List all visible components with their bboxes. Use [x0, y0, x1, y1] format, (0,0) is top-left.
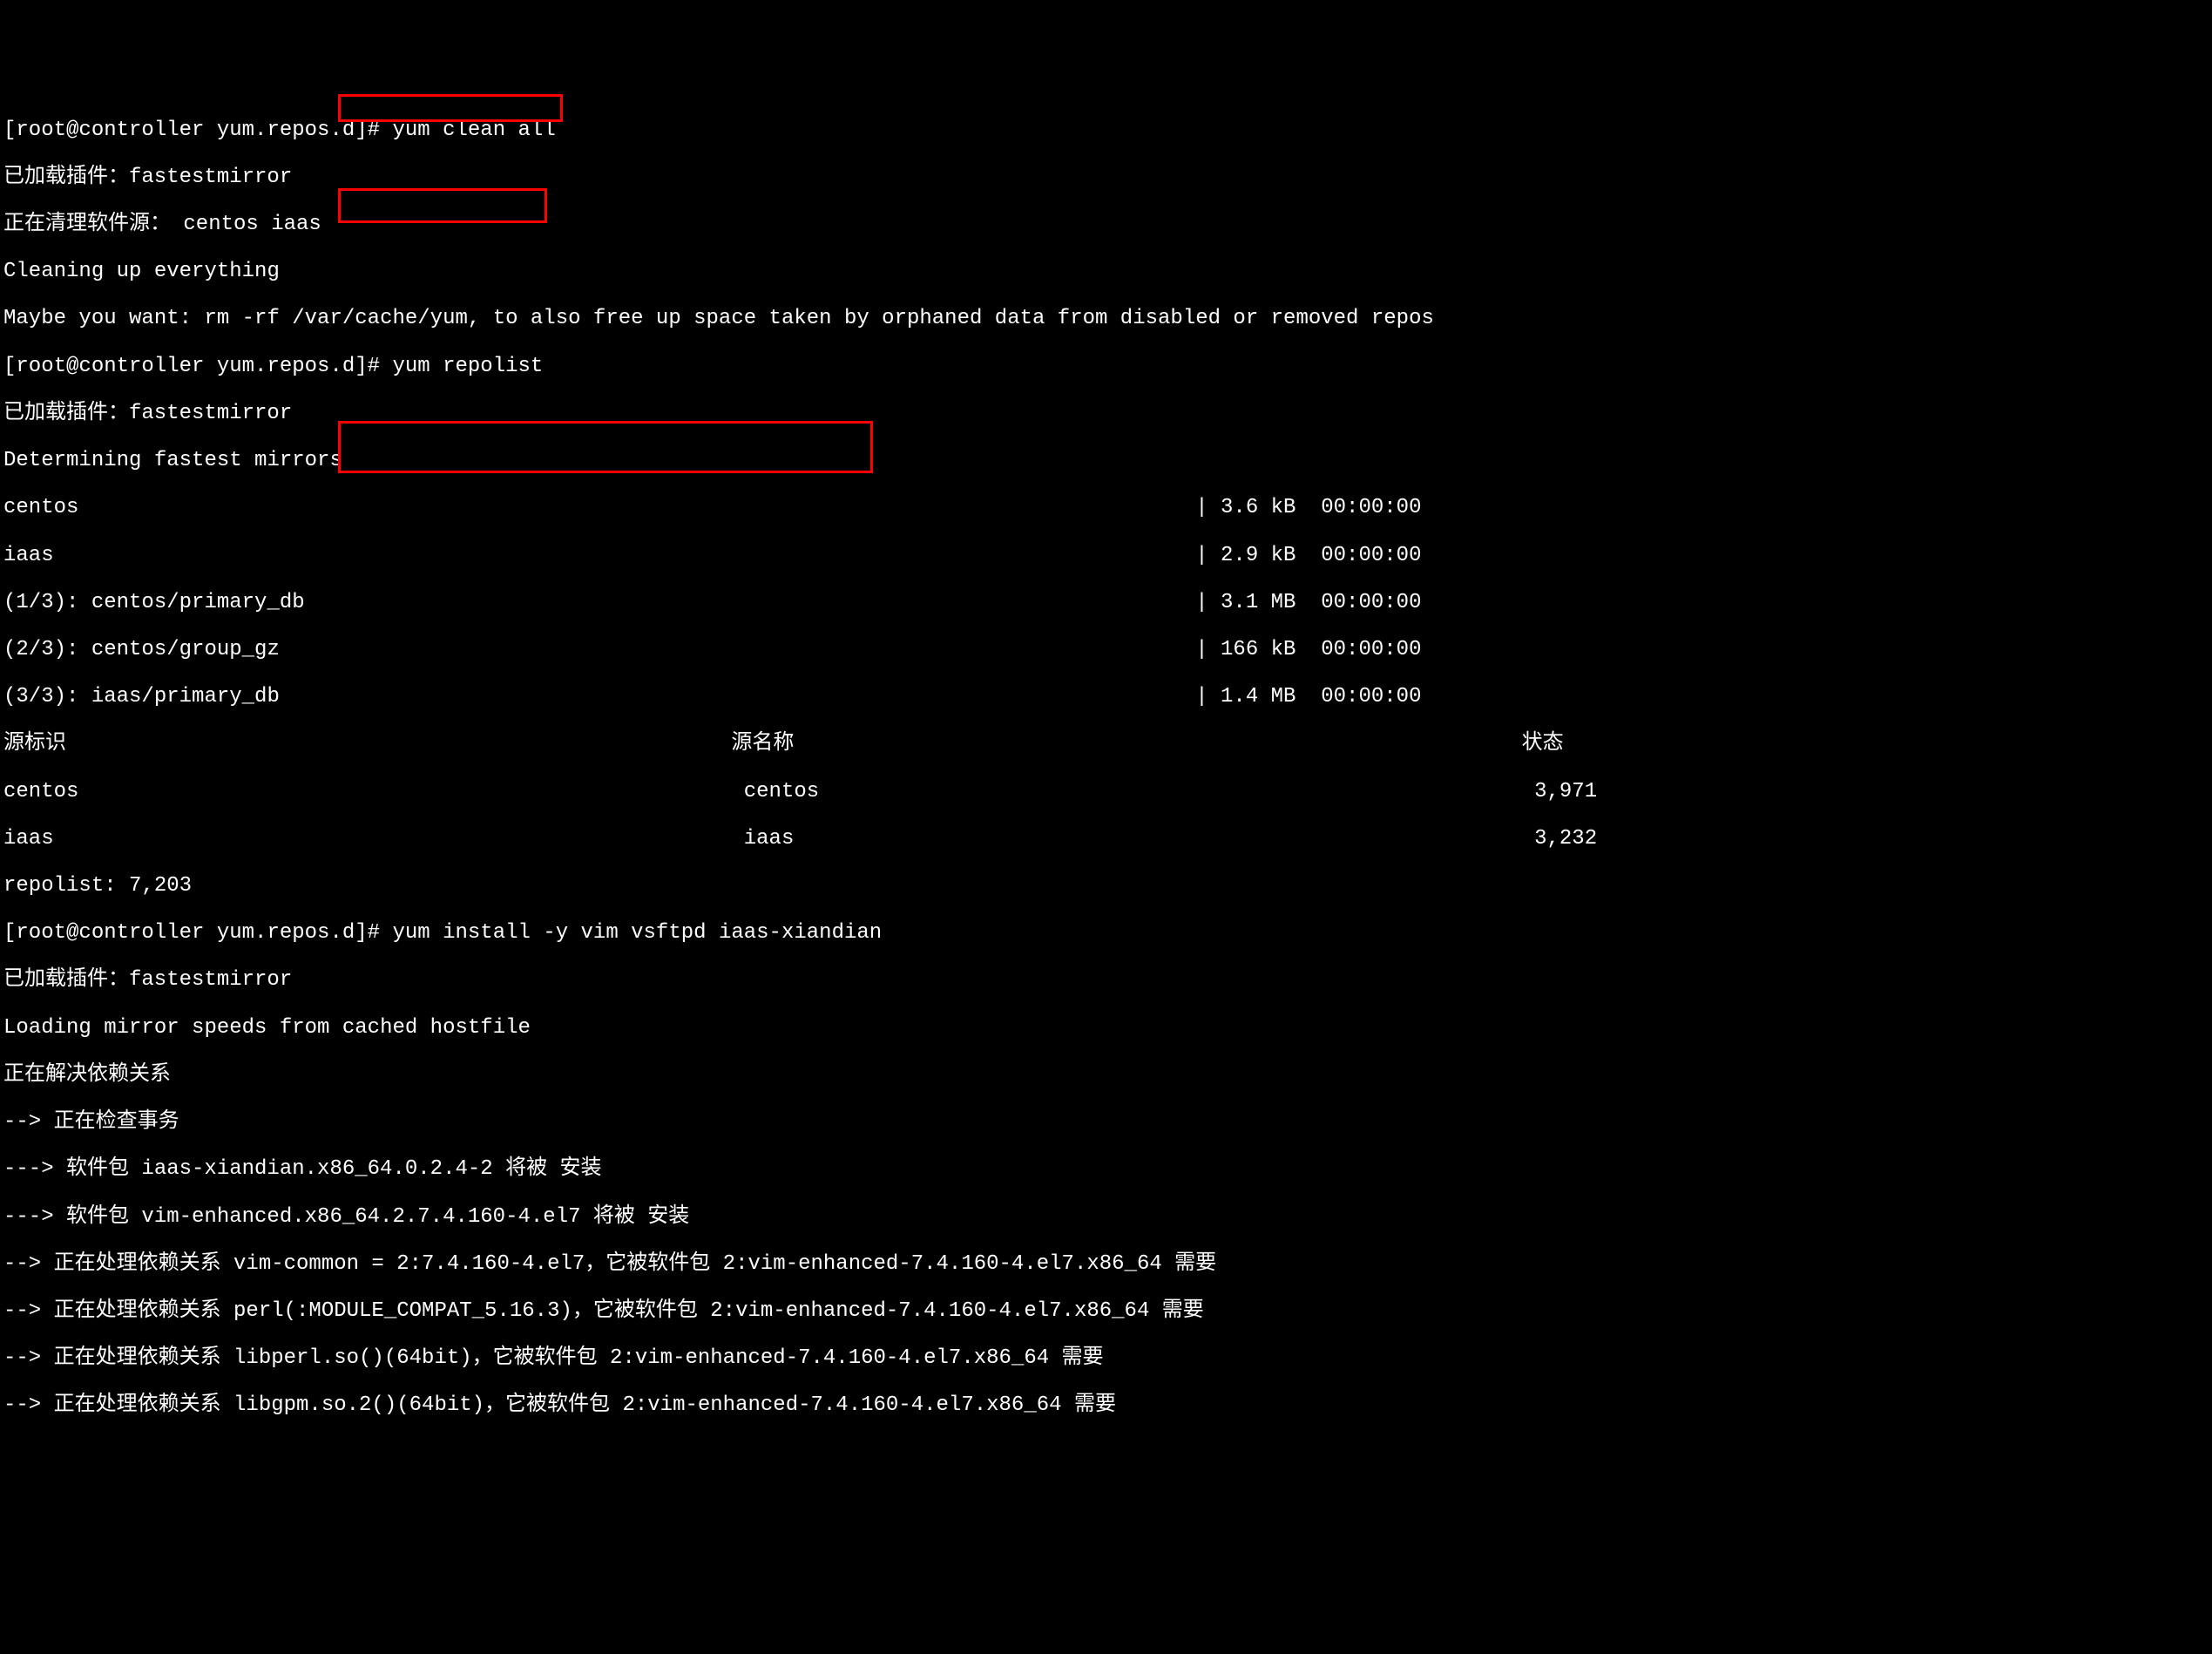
- dependency-line: --> 正在处理依赖关系 libgpm.so.2()(64bit)，它被软件包 …: [3, 1393, 2209, 1417]
- repo-row-iaas: iaas | 2.9 kB 00:00:00: [3, 544, 2209, 567]
- shell-prompt: [root@controller yum.repos.d]#: [3, 355, 392, 378]
- output-line: Loading mirror speeds from cached hostfi…: [3, 1016, 2209, 1040]
- output-line: Determining fastest mirrors: [3, 449, 2209, 472]
- repolist-header: 源标识 源名称 状态: [3, 732, 2209, 756]
- dependency-line: --> 正在处理依赖关系 perl(:MODULE_COMPAT_5.16.3)…: [3, 1299, 2209, 1323]
- prompt-line-3[interactable]: [root@controller yum.repos.d]# yum insta…: [3, 921, 2209, 945]
- command-yum-install: yum install -y vim vsftpd iaas-xiandian: [392, 921, 882, 945]
- output-line: 正在解决依赖关系: [3, 1063, 2209, 1087]
- output-line: Maybe you want: rm -rf /var/cache/yum, t…: [3, 307, 2209, 330]
- download-row: (1/3): centos/primary_db | 3.1 MB 00:00:…: [3, 591, 2209, 614]
- repo-row-centos: centos | 3.6 kB 00:00:00: [3, 496, 2209, 519]
- repolist-total: repolist: 7,203: [3, 874, 2209, 898]
- output-line: 已加载插件：fastestmirror: [3, 166, 2209, 189]
- package-line: ---> 软件包 vim-enhanced.x86_64.2.7.4.160-4…: [3, 1205, 2209, 1229]
- repolist-row-iaas: iaas iaas 3,232: [3, 827, 2209, 851]
- command-yum-clean: yum clean all: [392, 119, 555, 142]
- dependency-line: --> 正在处理依赖关系 libperl.so()(64bit)，它被软件包 2…: [3, 1346, 2209, 1370]
- output-line: 已加载插件：fastestmirror: [3, 968, 2209, 992]
- prompt-line-1[interactable]: [root@controller yum.repos.d]# yum clean…: [3, 119, 2209, 142]
- prompt-line-2[interactable]: [root@controller yum.repos.d]# yum repol…: [3, 355, 2209, 378]
- output-line: 已加载插件：fastestmirror: [3, 402, 2209, 425]
- output-line: --> 正在检查事务: [3, 1110, 2209, 1134]
- download-row: (2/3): centos/group_gz | 166 kB 00:00:00: [3, 638, 2209, 661]
- output-line: Cleaning up everything: [3, 260, 2209, 283]
- dependency-line: --> 正在处理依赖关系 vim-common = 2:7.4.160-4.el…: [3, 1252, 2209, 1276]
- command-yum-repolist: yum repolist: [392, 355, 543, 378]
- package-line: ---> 软件包 iaas-xiandian.x86_64.0.2.4-2 将被…: [3, 1157, 2209, 1181]
- shell-prompt: [root@controller yum.repos.d]#: [3, 921, 392, 945]
- terminal-output: [root@controller yum.repos.d]# yum clean…: [0, 94, 2212, 1535]
- download-row: (3/3): iaas/primary_db | 1.4 MB 00:00:00: [3, 685, 2209, 708]
- output-line: 正在清理软件源： centos iaas: [3, 213, 2209, 236]
- shell-prompt: [root@controller yum.repos.d]#: [3, 119, 392, 142]
- repolist-row-centos: centos centos 3,971: [3, 780, 2209, 803]
